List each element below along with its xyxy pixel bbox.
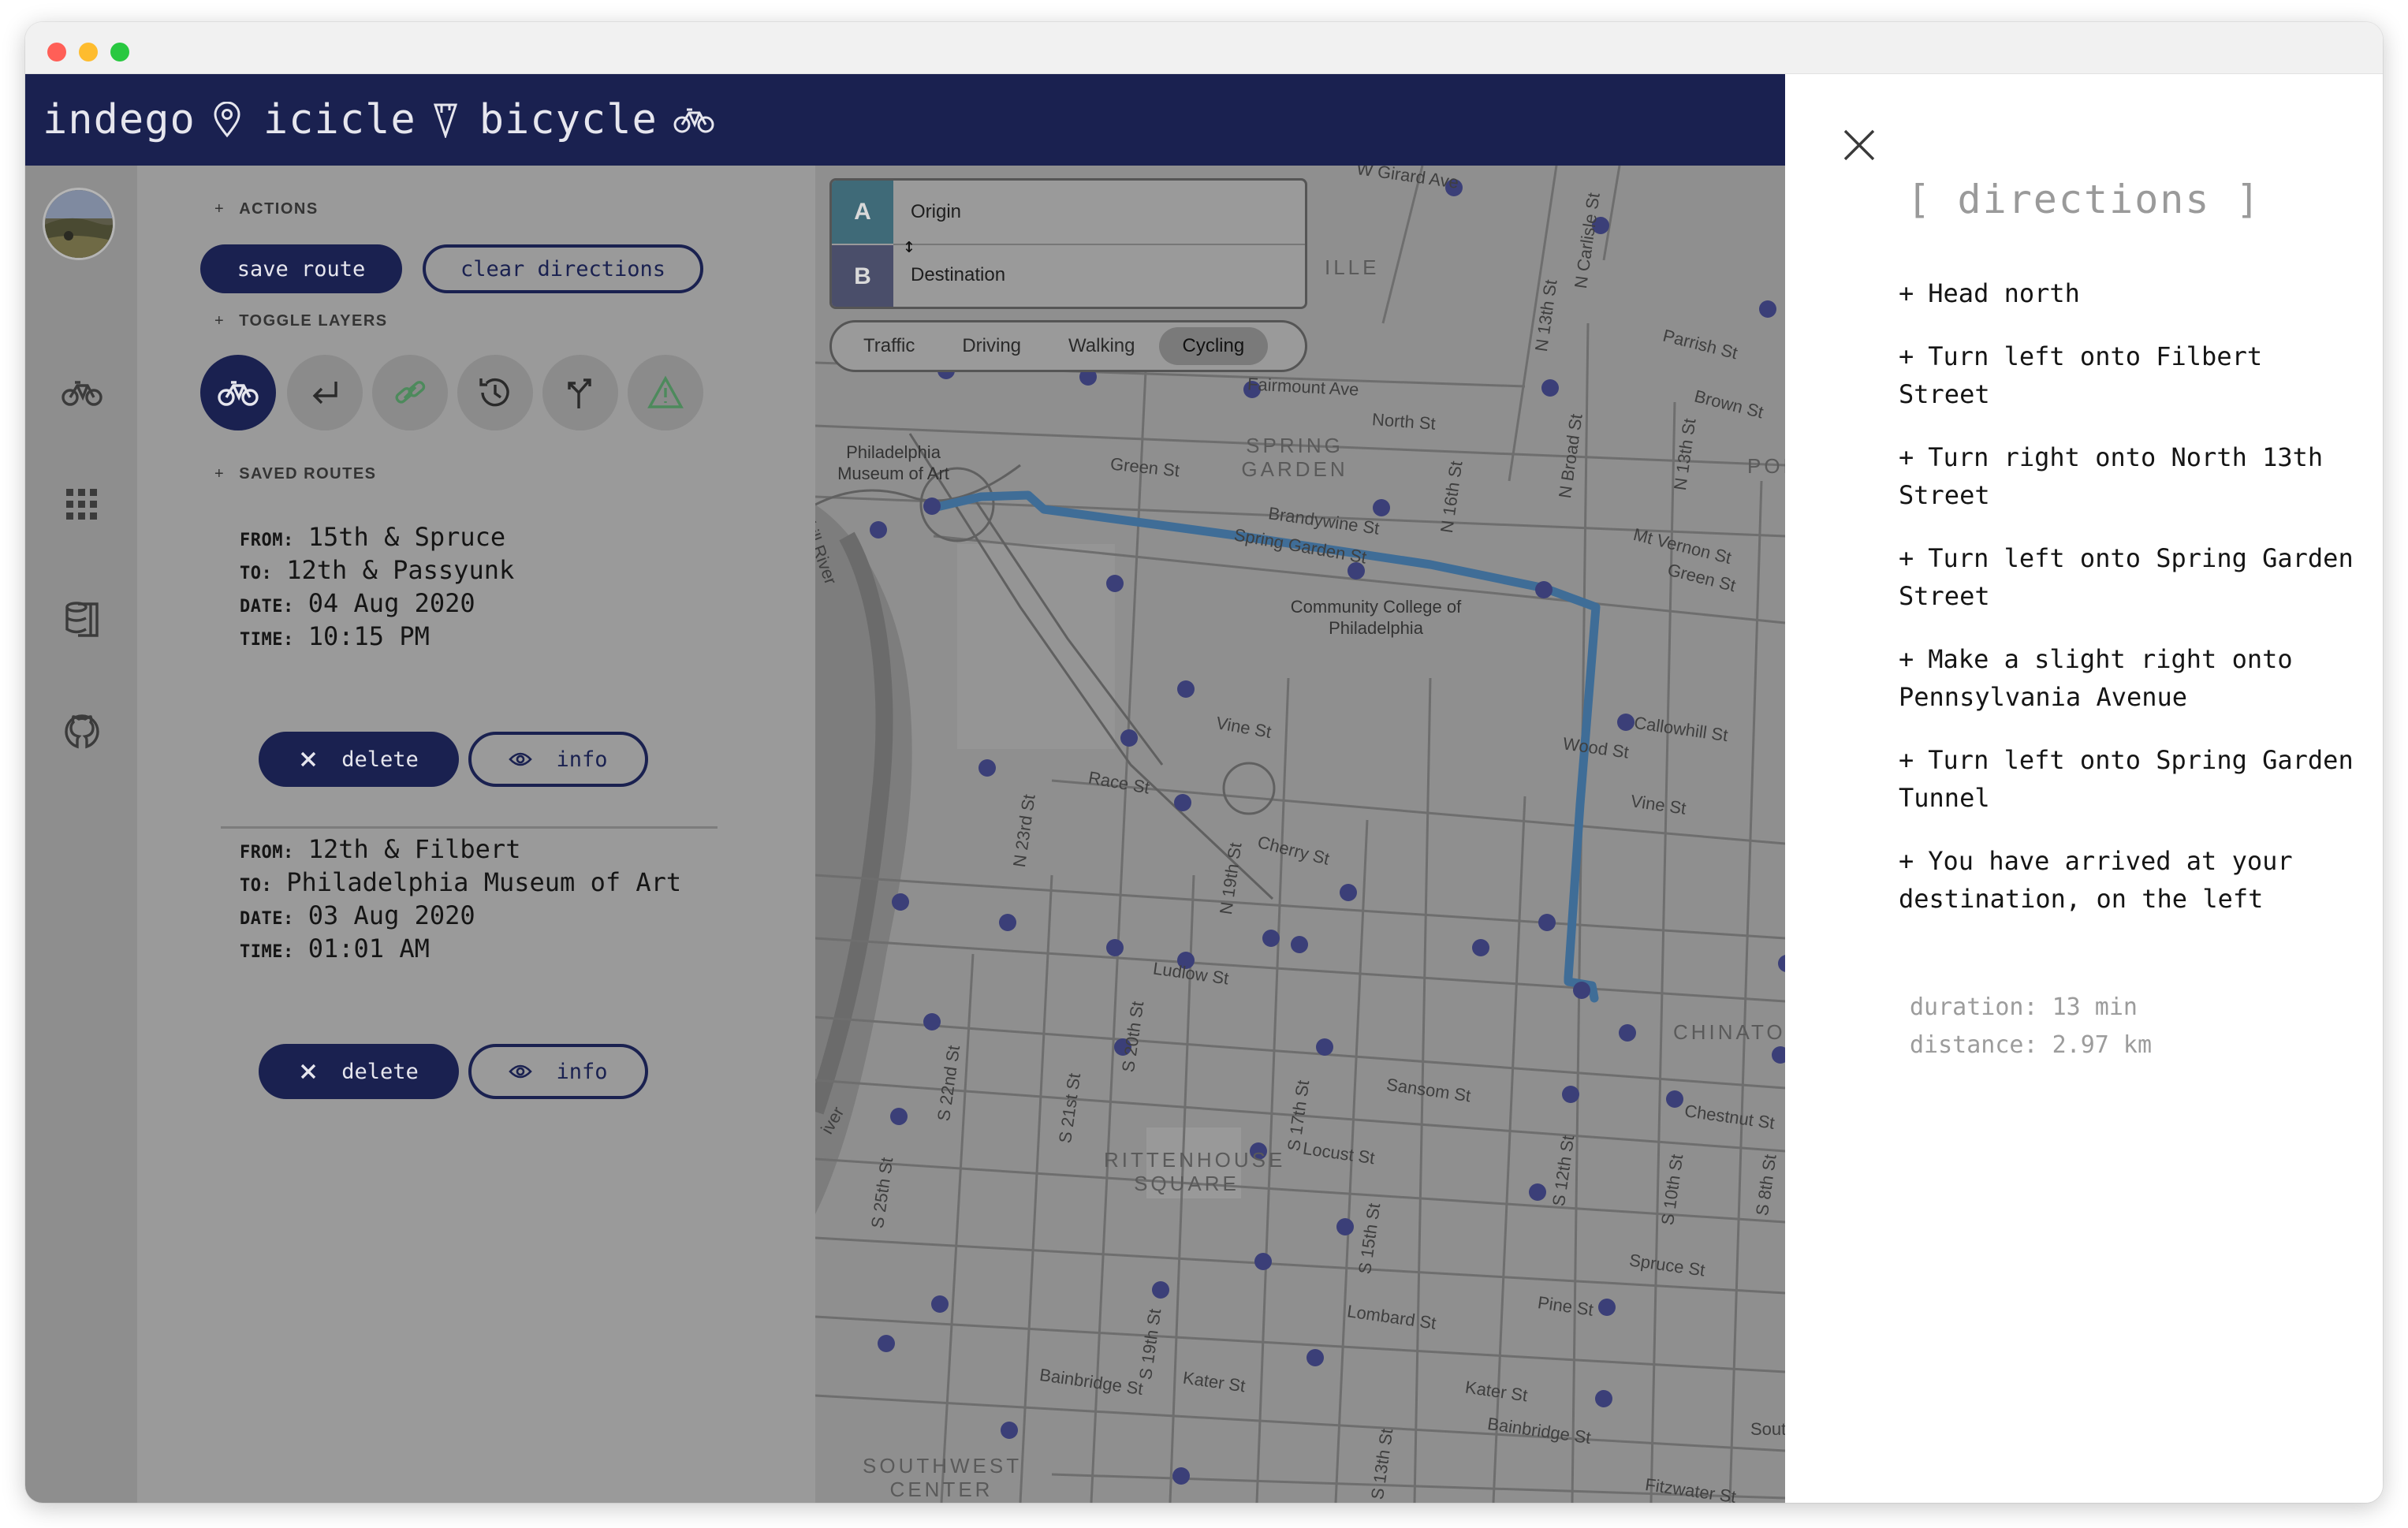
delete-label: delete (341, 747, 419, 772)
warning-layer-toggle[interactable] (628, 355, 703, 430)
brand-bicycle: bicycle (479, 96, 658, 143)
origin-input[interactable]: Origin (911, 201, 961, 223)
origin-marker: A (832, 181, 893, 244)
bicycle-icon (673, 106, 714, 134)
database-icon[interactable] (60, 596, 104, 640)
route-to-key: TO: (240, 564, 273, 583)
swap-icon[interactable]: ↕ (903, 234, 915, 258)
delete-route-button[interactable]: delete (259, 732, 459, 787)
return-layer-toggle[interactable] (287, 355, 363, 430)
route-time-key: TIME: (240, 630, 294, 650)
directions-steps: + Head north + Turn left onto Filbert Stre… (1899, 274, 2364, 943)
clear-directions-button[interactable]: clear directions (423, 244, 703, 293)
fork-layer-toggle[interactable] (542, 355, 618, 430)
museum-poi: Philadelphia Museum of Art (837, 442, 949, 483)
avatar[interactable] (43, 188, 115, 260)
route-to-key: TO: (240, 876, 273, 896)
route-summary: duration: 13 min distance: 2.97 km (1910, 989, 2152, 1064)
close-icon[interactable] (1839, 125, 1880, 166)
close-window-button[interactable] (47, 43, 66, 61)
bicycle-layer-toggle[interactable] (200, 355, 276, 430)
road-label: North St (1371, 409, 1437, 434)
area-label: POPLA (1747, 454, 1785, 478)
route-to: Philadelphia Museum of Art (286, 867, 682, 897)
area-label: SOUTHWEST CENTER CITY (863, 1454, 1023, 1503)
route-from: 12th & Filbert (308, 834, 521, 864)
map-view[interactable]: W Girard Ave Fairmount Ave North St Gree… (815, 166, 1785, 1503)
github-icon[interactable] (60, 710, 104, 754)
route-time: 01:01 AM (308, 934, 430, 963)
direction-step: + You have arrived at your destination, o… (1899, 846, 2293, 914)
delete-route-button[interactable]: delete (259, 1044, 459, 1099)
info-label: info (556, 1059, 608, 1084)
mode-walking[interactable]: Walking (1045, 327, 1158, 365)
route-from-key: FROM: (240, 531, 294, 550)
travel-mode-selector: Traffic Driving Walking Cycling (829, 320, 1307, 372)
history-layer-toggle[interactable] (457, 355, 533, 430)
route-date-key: DATE: (240, 597, 294, 617)
link-layer-toggle[interactable] (372, 355, 448, 430)
area-label: ILLE (1325, 255, 1380, 279)
grid-icon[interactable] (60, 483, 104, 527)
icicle-icon (432, 102, 459, 138)
area-label: CHINATOW (1673, 1020, 1785, 1044)
route-duration: duration: 13 min (1910, 993, 2138, 1021)
saved-routes-heading: + SAVED ROUTES (214, 465, 377, 483)
save-route-button[interactable]: save route (200, 244, 402, 293)
route-from-key: FROM: (240, 843, 294, 863)
control-panel: + ACTIONS save route clear directions + TO… (137, 166, 815, 1503)
destination-marker: B (832, 245, 893, 307)
app-area: indego icicle bicycle + ACTIONS save rou… (25, 74, 1785, 1503)
info-label: info (556, 747, 608, 772)
direction-step: + Turn left onto Spring Garden Street (1899, 543, 2354, 611)
mode-cycling[interactable]: Cycling (1158, 327, 1269, 365)
area-label: SPRING GARDEN (1241, 434, 1348, 481)
actions-heading: + ACTIONS (214, 200, 319, 218)
route-date-key: DATE: (240, 909, 294, 929)
maximize-window-button[interactable] (110, 43, 129, 61)
eye-icon (509, 1063, 533, 1080)
window-titlebar (25, 22, 2383, 74)
close-icon (299, 750, 318, 769)
info-route-button[interactable]: info (468, 732, 648, 787)
mode-traffic[interactable]: Traffic (840, 327, 938, 365)
mode-driving[interactable]: Driving (938, 327, 1045, 365)
direction-step: + Head north (1899, 278, 2080, 308)
delete-label: delete (341, 1059, 419, 1084)
destination-input[interactable]: Destination (911, 264, 1005, 286)
info-route-button[interactable]: info (468, 1044, 648, 1099)
eye-icon (509, 751, 533, 768)
direction-step: + Make a slight right onto Pennsylvania A… (1899, 644, 2293, 712)
brand-indego: indego (43, 96, 196, 143)
od-separator (893, 244, 1305, 245)
origin-destination-box: A B Origin ↕ Destination (829, 178, 1307, 309)
route-date: 03 Aug 2020 (308, 900, 475, 930)
route-date: 04 Aug 2020 (308, 588, 475, 618)
close-icon (299, 1062, 318, 1081)
direction-step: + Turn left onto Filbert Street (1899, 341, 2263, 409)
area-label: RITTENHOUSE SQUARE (1104, 1148, 1286, 1195)
direction-step: + Turn left onto Spring Garden Tunnel (1899, 745, 2354, 813)
road-label: Sout (1750, 1419, 1785, 1439)
college-poi: Community College of Philadelphia (1290, 597, 1462, 638)
route-from: 15th & Spruce (308, 522, 506, 552)
bicycle-icon[interactable] (60, 371, 104, 415)
brand-icicle: icicle (263, 96, 416, 143)
icon-sidebar (25, 166, 137, 1503)
route-distance: distance: 2.97 km (1910, 1031, 2153, 1059)
route-time-key: TIME: (240, 942, 294, 962)
direction-step: + Turn right onto North 13th Street (1899, 442, 2324, 510)
saved-route-card: FROM: 12th & Filbert TO: Philadelphia Muse… (240, 834, 681, 967)
top-navbar: indego icicle bicycle (25, 74, 1785, 166)
browser-window: indego icicle bicycle + ACTIONS save rou… (25, 22, 2383, 1503)
route-divider (221, 826, 718, 829)
directions-title: [ directions ] (1907, 177, 2261, 222)
saved-route-card: FROM: 15th & Spruce TO: 12th & Passyunk DA… (240, 522, 514, 654)
minimize-window-button[interactable] (79, 43, 98, 61)
route-time: 10:15 PM (308, 621, 430, 651)
route-to: 12th & Passyunk (286, 555, 515, 585)
directions-panel: [ directions ] + Head north + Turn left on… (1785, 74, 2383, 1503)
map-pin-icon (211, 102, 243, 138)
toggle-layers-heading: + TOGGLE LAYERS (214, 312, 388, 330)
